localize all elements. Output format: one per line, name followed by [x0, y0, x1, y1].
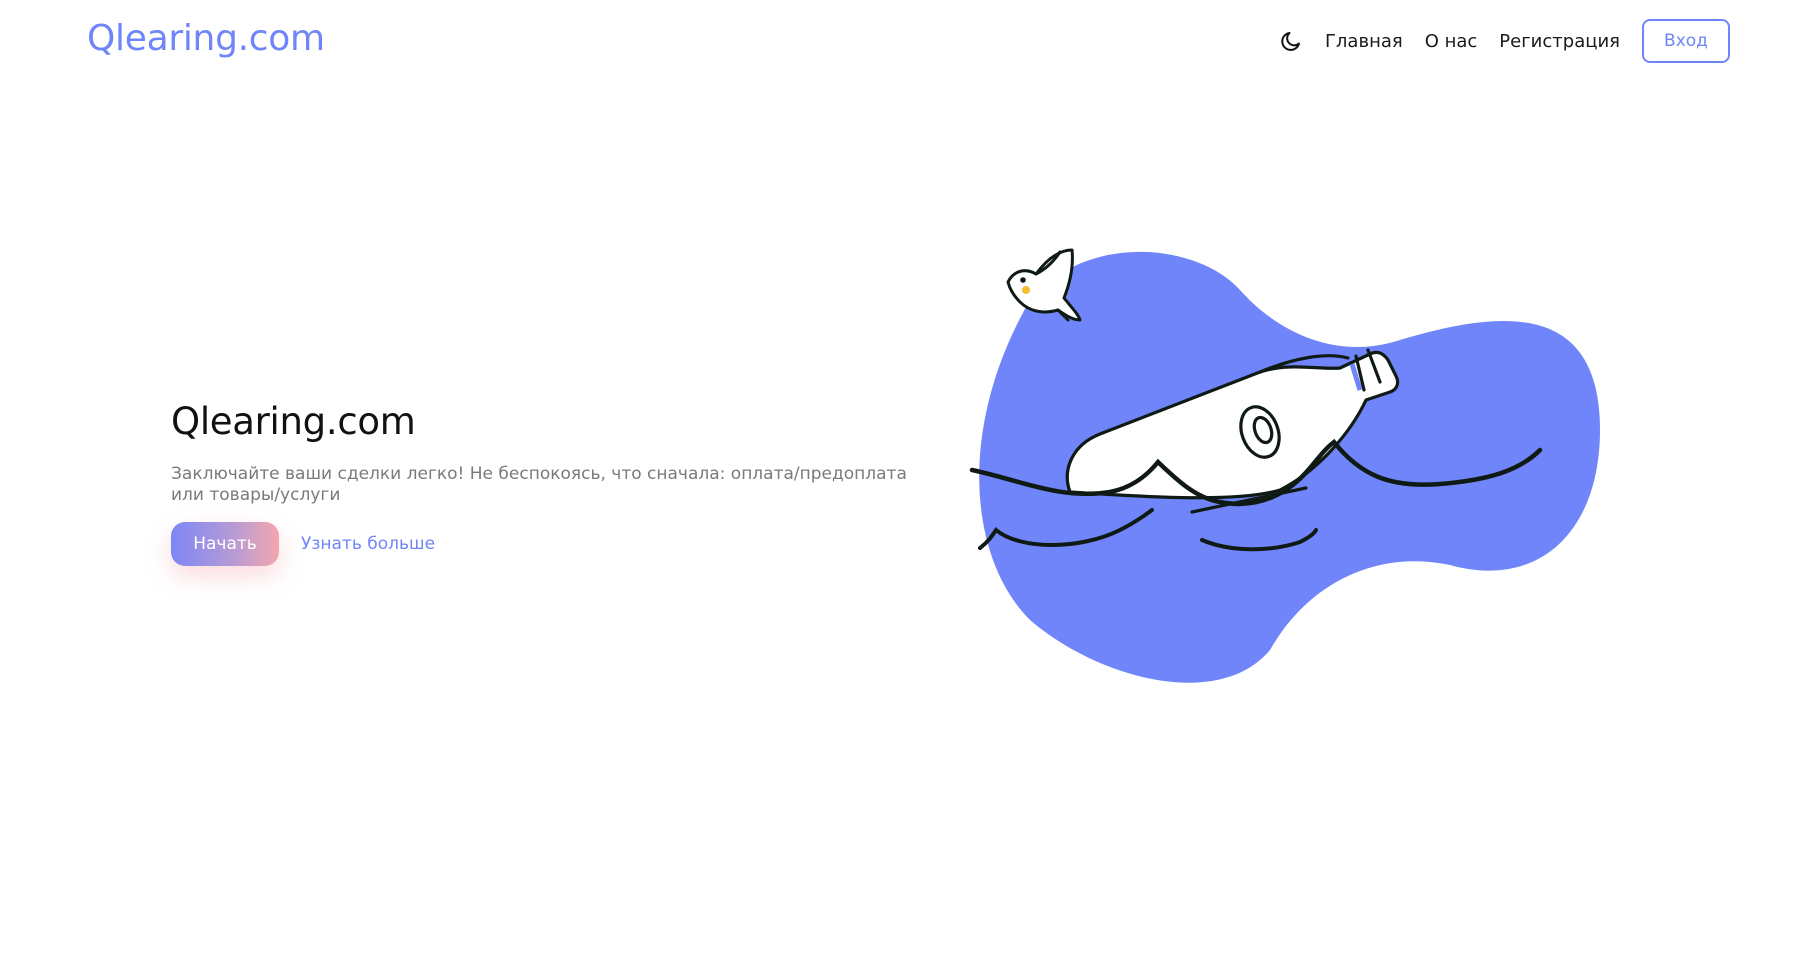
landing-page: Qlearing.com Главная О нас Регистрация В… — [0, 0, 1818, 962]
site-logo[interactable]: Qlearing.com — [87, 18, 325, 59]
start-button[interactable]: Начать — [171, 522, 279, 566]
bird-icon — [1006, 248, 1082, 322]
nav-link-about[interactable]: О нас — [1425, 31, 1478, 52]
login-button[interactable]: Вход — [1642, 19, 1730, 63]
hero-description: Заключайте ваши сделки легко! Не беспоко… — [171, 464, 907, 505]
top-nav: Главная О нас Регистрация Вход — [1277, 18, 1730, 64]
nav-link-register[interactable]: Регистрация — [1499, 31, 1620, 52]
cta-row: Начать Узнать больше — [171, 522, 435, 566]
moon-icon[interactable] — [1277, 27, 1305, 55]
hero-illustration — [969, 248, 1600, 683]
learn-more-link[interactable]: Узнать больше — [301, 534, 435, 554]
nav-link-home[interactable]: Главная — [1325, 31, 1403, 52]
hero-title: Qlearing.com — [171, 400, 416, 443]
